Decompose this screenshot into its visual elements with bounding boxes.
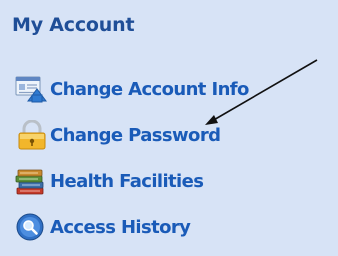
menu-item-label: Health Facilities [50, 170, 204, 192]
menu-item-access-history[interactable]: Access History [14, 210, 191, 244]
panel-title: My Account [12, 14, 135, 36]
menu-item-health-facilities[interactable]: Health Facilities [14, 164, 204, 198]
menu-item-change-account-info[interactable]: Change Account Info [14, 72, 249, 106]
padlock-icon [14, 120, 50, 150]
account-info-icon [14, 74, 50, 104]
menu-item-change-password[interactable]: Change Password [14, 118, 221, 152]
menu-item-label: Change Account Info [50, 78, 249, 100]
menu-item-label: Access History [50, 216, 191, 238]
my-account-panel: My Account Change Account Info Change Pa… [0, 0, 338, 256]
books-stack-icon [14, 166, 50, 196]
menu-item-label: Change Password [50, 124, 221, 146]
magnifier-icon [14, 212, 50, 242]
